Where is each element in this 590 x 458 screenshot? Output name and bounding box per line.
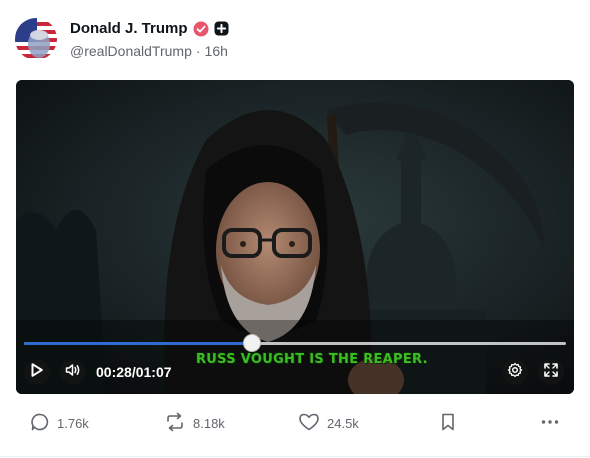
progress-scrubber[interactable]: [242, 334, 261, 352]
verified-badge-icon: [193, 21, 209, 37]
handle-row: @realDonaldTrump · 16h: [70, 43, 228, 59]
progress-bar[interactable]: [24, 342, 566, 345]
volume-icon: [65, 363, 81, 382]
action-bar: 1.76k 8.18k 24.5k: [0, 412, 590, 442]
duration: 01:07: [135, 364, 172, 380]
video-player[interactable]: RUSS VOUGHT IS THE REAPER. 00:28/01:07: [16, 80, 574, 394]
repost-button[interactable]: 8.18k: [164, 412, 225, 435]
volume-button[interactable]: [60, 359, 86, 385]
fullscreen-icon: [543, 362, 559, 383]
heart-icon: [298, 412, 320, 435]
more-icon: [540, 412, 560, 435]
reply-count: 1.76k: [57, 416, 89, 431]
bookmark-icon: [440, 412, 456, 435]
author-name-row: Donald J. Trump: [70, 20, 229, 37]
divider: [0, 456, 590, 457]
play-button[interactable]: [24, 359, 50, 385]
progress-fill: [24, 342, 252, 345]
like-count: 24.5k: [327, 416, 359, 431]
display-name[interactable]: Donald J. Trump: [70, 20, 188, 37]
video-frame: [16, 80, 574, 394]
separator: ·: [195, 43, 201, 59]
current-time: 00:28: [96, 364, 132, 380]
reply-button[interactable]: 1.76k: [30, 412, 89, 435]
like-button[interactable]: 24.5k: [298, 412, 359, 435]
plus-badge-icon: [214, 21, 229, 36]
post-card: Donald J. Trump @realDonaldTrump · 16h R…: [0, 0, 590, 458]
timestamp[interactable]: 16h: [205, 43, 228, 59]
gear-icon: [507, 362, 523, 383]
reply-icon: [30, 412, 50, 435]
repost-count: 8.18k: [193, 416, 225, 431]
settings-button[interactable]: [502, 359, 528, 385]
play-icon: [31, 362, 43, 382]
handle[interactable]: @realDonaldTrump: [70, 43, 192, 59]
avatar[interactable]: [15, 18, 57, 60]
video-caption: RUSS VOUGHT IS THE REAPER.: [196, 352, 428, 367]
time-display: 00:28/01:07: [96, 364, 172, 380]
more-options-button[interactable]: [540, 412, 560, 435]
repost-icon: [164, 412, 186, 435]
bookmark-button[interactable]: [440, 412, 456, 435]
fullscreen-button[interactable]: [538, 359, 564, 385]
